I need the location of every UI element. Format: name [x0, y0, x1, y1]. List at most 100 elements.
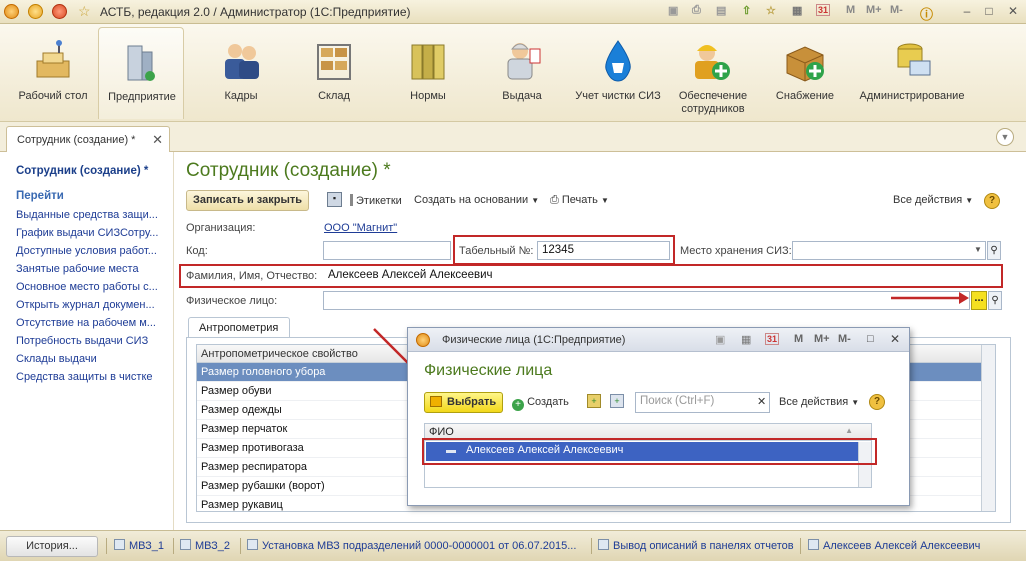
tabs-menu-chevron-icon[interactable]: ▼ [996, 128, 1014, 146]
form-title: Сотрудник (создание) * [186, 160, 391, 181]
section-staff[interactable]: Кадры [198, 27, 284, 119]
taskbar-item[interactable]: Установка МВЗ подразделений 0000-0000001… [247, 539, 576, 552]
info-icon[interactable]: ⓘ [920, 4, 933, 23]
storage-search-icon[interactable]: ⚲ [987, 241, 1001, 260]
document-icon [247, 539, 258, 550]
save-floppy-icon[interactable]: ▪ [327, 192, 342, 207]
fio-input[interactable]: Алексеев Алексей Алексеевич [323, 266, 1000, 285]
memory-minus-button[interactable]: M- [890, 4, 903, 16]
history-button[interactable]: История... [6, 536, 98, 557]
taskbar-separator [240, 538, 241, 554]
minimize-button[interactable]: – [958, 3, 976, 20]
nav-link-absence[interactable]: Отсутствие на рабочем м... [16, 317, 166, 329]
taskbar-item[interactable]: Вывод описаний в панелях отчетов [598, 539, 794, 552]
taskbar-item[interactable]: Алексеев Алексей Алексеевич [808, 539, 980, 552]
print-icon[interactable]: ⎙ [692, 4, 701, 17]
calculator-icon[interactable]: ▦ [792, 4, 802, 17]
search-clear-icon[interactable]: ✕ [757, 395, 766, 408]
copy-icon[interactable]: + [610, 394, 624, 408]
code-input[interactable] [323, 241, 451, 260]
nav-link-work-conditions[interactable]: Доступные условия работ... [16, 245, 166, 257]
bookmark-star-icon[interactable]: ☆ [766, 4, 776, 17]
calculator-icon[interactable]: ▦ [741, 333, 751, 346]
memory-plus-button[interactable]: M+ [866, 4, 882, 16]
open-windows-tabstrip: Сотрудник (создание) * ✕ ▼ [0, 122, 1026, 153]
1c-logo-icon[interactable] [4, 4, 19, 19]
enterprise-icon [127, 45, 155, 81]
section-supply[interactable]: Снабжение [762, 27, 848, 119]
section-issue[interactable]: Выдача [479, 27, 565, 119]
tab-employee-create[interactable]: Сотрудник (создание) * ✕ [6, 126, 170, 153]
section-admin[interactable]: Администрирование [856, 27, 968, 119]
document-icon [114, 539, 125, 550]
memory-button[interactable]: M [846, 4, 855, 16]
save-and-close-button[interactable]: Записать и закрыть [186, 190, 310, 211]
popup-restore-button[interactable]: □ [867, 333, 874, 345]
all-actions-button[interactable]: Все действия ▼ [893, 194, 973, 206]
memory-plus-button[interactable]: M+ [814, 333, 830, 345]
popup-all-actions-button[interactable]: Все действия ▼ [779, 396, 859, 408]
nav-link-workplaces[interactable]: Занятые рабочие места [16, 263, 166, 275]
nav-link-issue-schedule[interactable]: График выдачи СИЗСотру... [16, 227, 166, 239]
nav-link-main-workplace[interactable]: Основное место работы с... [16, 281, 166, 293]
navigation-panel: Сотрудник (создание) * Перейти Выданные … [0, 152, 173, 530]
help-icon[interactable]: ? [869, 394, 885, 410]
labels-button[interactable]: Этикетки [350, 194, 402, 207]
tab-close-icon[interactable]: ✕ [152, 132, 163, 148]
favorite-star-icon[interactable]: ☆ [78, 3, 91, 20]
select-button[interactable]: Выбрать [424, 392, 504, 413]
menu-dropdown-icon[interactable] [28, 4, 43, 19]
calendar-icon[interactable]: 31 [816, 4, 831, 16]
physical-persons-window: Физические лица (1С:Предприятие) ▣ ▦ 31 … [407, 327, 910, 506]
save-icon[interactable]: ▣ [668, 4, 678, 17]
anthropometry-scrollbar[interactable] [981, 345, 995, 511]
section-desktop[interactable]: Рабочий стол [10, 27, 96, 119]
staff-icon [225, 44, 259, 79]
window-close-button[interactable]: ✕ [1004, 3, 1022, 20]
red-arrow-right [891, 292, 969, 304]
close-circle-icon[interactable] [52, 4, 67, 19]
chevron-down-icon: ▼ [965, 196, 974, 205]
section-norms[interactable]: Нормы [385, 27, 471, 119]
nav-link-open-journal[interactable]: Открыть журнал докумен... [16, 299, 166, 311]
popup-close-button[interactable]: ✕ [890, 332, 900, 346]
popup-heading: Физические лица [424, 362, 553, 379]
taskbar-item[interactable]: МВЗ_1 [114, 539, 164, 552]
maximize-button[interactable]: □ [980, 3, 998, 20]
create-based-on-button[interactable]: Создать на основании ▼ [414, 194, 539, 206]
nav-link-issued-ppe[interactable]: Выданные средства защи... [16, 209, 166, 221]
storage-dropdown-chevron-icon[interactable]: ▼ [974, 245, 982, 254]
storage-input[interactable] [792, 241, 986, 260]
create-group-icon[interactable]: + [587, 394, 601, 408]
nav-title[interactable]: Сотрудник (создание) * [16, 165, 148, 177]
organization-label: Организация: [186, 222, 256, 234]
sort-icon[interactable]: ▲ [845, 426, 853, 435]
section-provision[interactable]: Обеспечение сотрудников [668, 27, 758, 119]
person-select-button[interactable]: ... [971, 291, 987, 310]
section-warehouse[interactable]: Склад [291, 27, 377, 119]
tab-anthropometry[interactable]: Антропометрия [188, 317, 290, 338]
taskbar-item[interactable]: МВЗ_2 [180, 539, 230, 552]
nav-link-issue-warehouses[interactable]: Склады выдачи [16, 353, 166, 365]
help-icon[interactable]: ? [984, 193, 1000, 209]
organization-link[interactable]: ООО "Магнит" [324, 222, 397, 234]
preview-icon[interactable]: ▤ [716, 4, 726, 17]
save-icon[interactable]: ▣ [715, 333, 725, 346]
popup-title: Физические лица (1С:Предприятие) [442, 334, 626, 346]
section-enterprise[interactable]: Предприятие [98, 27, 184, 119]
person-search-icon[interactable]: ⚲ [988, 291, 1002, 310]
nav-link-ppe-demand[interactable]: Потребность выдачи СИЗ [16, 335, 166, 347]
print-button[interactable]: ⎙ Печать ▼ [550, 194, 609, 207]
warehouse-icon [317, 44, 351, 80]
section-cleaning[interactable]: Учет чистки СИЗ [568, 27, 668, 119]
nav-link-ppe-cleaning[interactable]: Средства защиты в чистке [16, 371, 166, 383]
memory-minus-button[interactable]: M- [838, 333, 851, 345]
search-input[interactable]: Поиск (Ctrl+F) [635, 392, 770, 413]
create-button[interactable]: + Создать [512, 396, 569, 411]
calendar-icon[interactable]: 31 [765, 333, 780, 345]
navigate-icon[interactable]: ⇧ [742, 4, 751, 17]
person-input[interactable] [323, 291, 970, 310]
memory-button[interactable]: M [794, 333, 803, 345]
tab-number-input[interactable]: 12345 [537, 241, 670, 260]
document-icon [180, 539, 191, 550]
